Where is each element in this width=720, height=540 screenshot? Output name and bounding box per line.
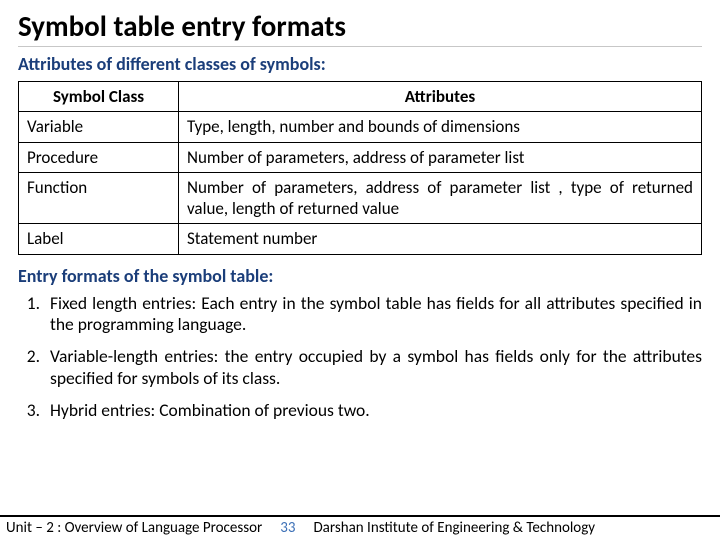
footer-unit: Unit – 2 : Overview of Language Processo… [6,519,262,537]
page-title: Symbol table entry formats [18,8,702,47]
table-row: Procedure Number of parameters, address … [19,142,702,172]
footer-institute: Darshan Institute of Engineering & Techn… [313,519,714,537]
table-row: Variable Type, length, number and bounds… [19,112,702,142]
table-cell: Function [19,172,179,224]
table-cell: Number of parameters, address of paramet… [179,142,702,172]
table-header-attributes: Attributes [179,82,702,112]
table-header-row: Symbol Class Attributes [19,82,702,112]
table-cell: Statement number [179,224,702,254]
formats-list: Fixed length entries: Each entry in the … [18,293,702,422]
table-cell: Number of parameters, address of paramet… [179,172,702,224]
footer-page-number: 33 [262,519,313,537]
table-row: Function Number of parameters, address o… [19,172,702,224]
table-cell: Procedure [19,142,179,172]
table-cell: Label [19,224,179,254]
table-cell: Type, length, number and bounds of dimen… [179,112,702,142]
list-item: Hybrid entries: Combination of previous … [44,400,702,422]
list-item: Fixed length entries: Each entry in the … [44,293,702,337]
symbol-class-table: Symbol Class Attributes Variable Type, l… [18,81,702,255]
table-header-symbol-class: Symbol Class [19,82,179,112]
slide-footer: Unit – 2 : Overview of Language Processo… [0,515,720,540]
section-heading-attributes: Attributes of different classes of symbo… [18,53,702,75]
section-heading-formats: Entry formats of the symbol table: [18,265,702,287]
list-item: Variable-length entries: the entry occup… [44,346,702,390]
table-cell: Variable [19,112,179,142]
slide-content: Symbol table entry formats Attributes of… [0,0,720,422]
table-row: Label Statement number [19,224,702,254]
